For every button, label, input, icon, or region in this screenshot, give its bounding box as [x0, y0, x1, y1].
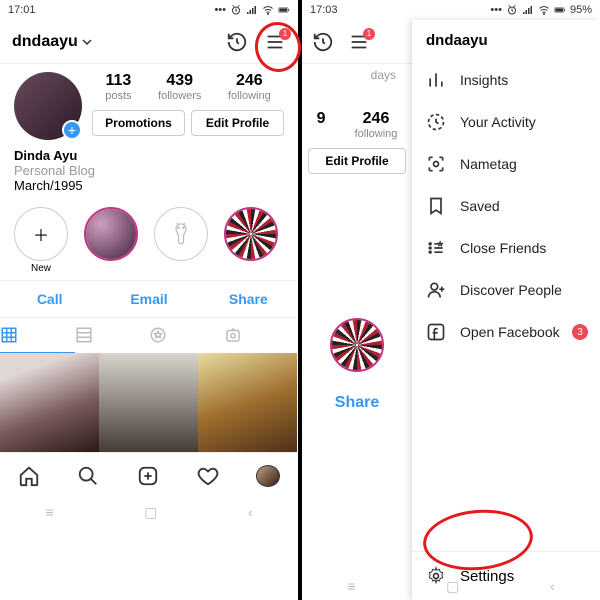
- avatar[interactable]: +: [14, 72, 82, 140]
- drawer-insights[interactable]: Insights: [412, 59, 600, 101]
- android-soft-keys: ≡ ▢ ‹: [0, 498, 298, 526]
- side-drawer: dndaayu Insights Your Activity Nametag S…: [412, 20, 600, 600]
- bio: Dinda Ayu Personal Blog March/1995: [0, 140, 298, 199]
- profile-stats-row: + 113posts 439followers 246following Pro…: [0, 64, 298, 140]
- menu-badge: 1: [363, 28, 375, 40]
- battery-icon: [278, 4, 290, 16]
- share-button[interactable]: Share: [199, 281, 298, 317]
- drawer-facebook[interactable]: Open Facebook3: [412, 311, 600, 353]
- drawer-saved[interactable]: Saved: [412, 185, 600, 227]
- hamburger-menu-icon[interactable]: 1: [264, 31, 286, 53]
- soft-home-icon[interactable]: ▢: [144, 504, 157, 521]
- edit-profile-button[interactable]: Edit Profile: [191, 110, 284, 136]
- add-story-icon[interactable]: +: [62, 120, 82, 140]
- background-profile-strip: 1 days 9 246following Edit Profile Share: [302, 20, 412, 600]
- discover-icon: [426, 280, 446, 300]
- drawer-close-friends[interactable]: Close Friends: [412, 227, 600, 269]
- more-icon: •••: [214, 4, 226, 16]
- activity-icon: [426, 112, 446, 132]
- bottom-nav: [0, 452, 298, 498]
- contact-row: Call Email Share: [0, 280, 298, 317]
- profile-tabs: [0, 317, 298, 353]
- soft-back-icon[interactable]: ‹: [550, 578, 555, 594]
- status-time: 17:03: [310, 4, 338, 16]
- alarm-icon: [506, 4, 518, 16]
- share-button[interactable]: Share: [302, 378, 412, 428]
- highlight-1[interactable]: [84, 207, 138, 274]
- chevron-down-icon: [82, 37, 92, 47]
- nav-add-icon[interactable]: [137, 465, 161, 487]
- highlights-row: ＋New: [0, 199, 298, 280]
- saved-icon: [426, 196, 446, 216]
- username-dropdown[interactable]: dndaayu: [12, 33, 92, 51]
- highlight-3[interactable]: [330, 318, 384, 372]
- stat-partial: 9: [317, 110, 326, 140]
- username-label: dndaayu: [12, 33, 78, 51]
- stat-following[interactable]: 246following: [355, 110, 398, 140]
- drawer-nametag[interactable]: Nametag: [412, 143, 600, 185]
- drawer-discover[interactable]: Discover People: [412, 269, 600, 311]
- stat-posts[interactable]: 113posts: [105, 72, 131, 102]
- nav-profile-icon[interactable]: [256, 465, 280, 487]
- tab-tagged[interactable]: [224, 318, 299, 353]
- display-name: Dinda Ayu: [14, 148, 284, 163]
- stat-following[interactable]: 246following: [228, 72, 271, 102]
- soft-home-icon[interactable]: ▢: [446, 578, 459, 595]
- menu-badge: 1: [279, 28, 291, 40]
- status-icons: ••• 95%: [490, 4, 592, 16]
- archive-icon[interactable]: [312, 31, 334, 53]
- close-friends-icon: [426, 238, 446, 258]
- highlight-3[interactable]: [224, 207, 278, 274]
- nametag-icon: [426, 154, 446, 174]
- soft-back-icon[interactable]: ‹: [248, 504, 253, 520]
- drawer-username: dndaayu: [412, 20, 600, 59]
- alarm-icon: [230, 4, 242, 16]
- highlight-new[interactable]: ＋New: [14, 207, 68, 274]
- insights-icon: [426, 70, 446, 90]
- edit-profile-button[interactable]: Edit Profile: [308, 148, 406, 174]
- archive-icon[interactable]: [226, 31, 248, 53]
- nav-home-icon[interactable]: [18, 465, 42, 487]
- signal-icon: [246, 4, 258, 16]
- wifi-icon: [262, 4, 274, 16]
- profile-header: dndaayu 1: [0, 20, 298, 64]
- call-button[interactable]: Call: [0, 281, 99, 317]
- status-bar: 17:03 ••• 95%: [302, 0, 600, 20]
- facebook-icon: [426, 322, 446, 342]
- status-icons: •••: [214, 4, 290, 16]
- soft-recent-icon[interactable]: ≡: [45, 504, 53, 520]
- status-time: 17:01: [8, 4, 36, 16]
- tab-star[interactable]: [149, 318, 224, 353]
- battery-icon: [554, 4, 566, 16]
- stat-followers[interactable]: 439followers: [158, 72, 201, 102]
- wifi-icon: [538, 4, 550, 16]
- tab-grid[interactable]: [0, 318, 75, 353]
- facebook-badge: 3: [572, 324, 588, 340]
- status-bar: 17:01 •••: [0, 0, 298, 20]
- bio-text: March/1995: [14, 178, 284, 193]
- more-icon: •••: [490, 4, 502, 16]
- days-label: days: [302, 64, 412, 88]
- tab-list[interactable]: [75, 318, 150, 353]
- grid-photo[interactable]: [99, 353, 198, 452]
- android-soft-keys: ≡ ▢ ‹: [302, 572, 600, 600]
- photo-grid: [0, 353, 298, 452]
- highlight-2[interactable]: [154, 207, 208, 274]
- nav-activity-icon[interactable]: [197, 465, 221, 487]
- phone-left: 17:01 ••• dndaayu 1 +: [0, 0, 298, 600]
- promotions-button[interactable]: Promotions: [92, 110, 185, 136]
- grid-photo[interactable]: [0, 353, 99, 452]
- grid-photo[interactable]: [198, 353, 297, 452]
- battery-percent: 95%: [570, 4, 592, 16]
- phone-right: 17:03 ••• 95% 1 days 9 246following Edit…: [302, 0, 600, 600]
- signal-icon: [522, 4, 534, 16]
- category: Personal Blog: [14, 163, 284, 178]
- soft-recent-icon[interactable]: ≡: [347, 578, 355, 594]
- drawer-activity[interactable]: Your Activity: [412, 101, 600, 143]
- nav-search-icon[interactable]: [77, 465, 101, 487]
- email-button[interactable]: Email: [99, 281, 198, 317]
- hamburger-menu-icon[interactable]: 1: [348, 31, 370, 53]
